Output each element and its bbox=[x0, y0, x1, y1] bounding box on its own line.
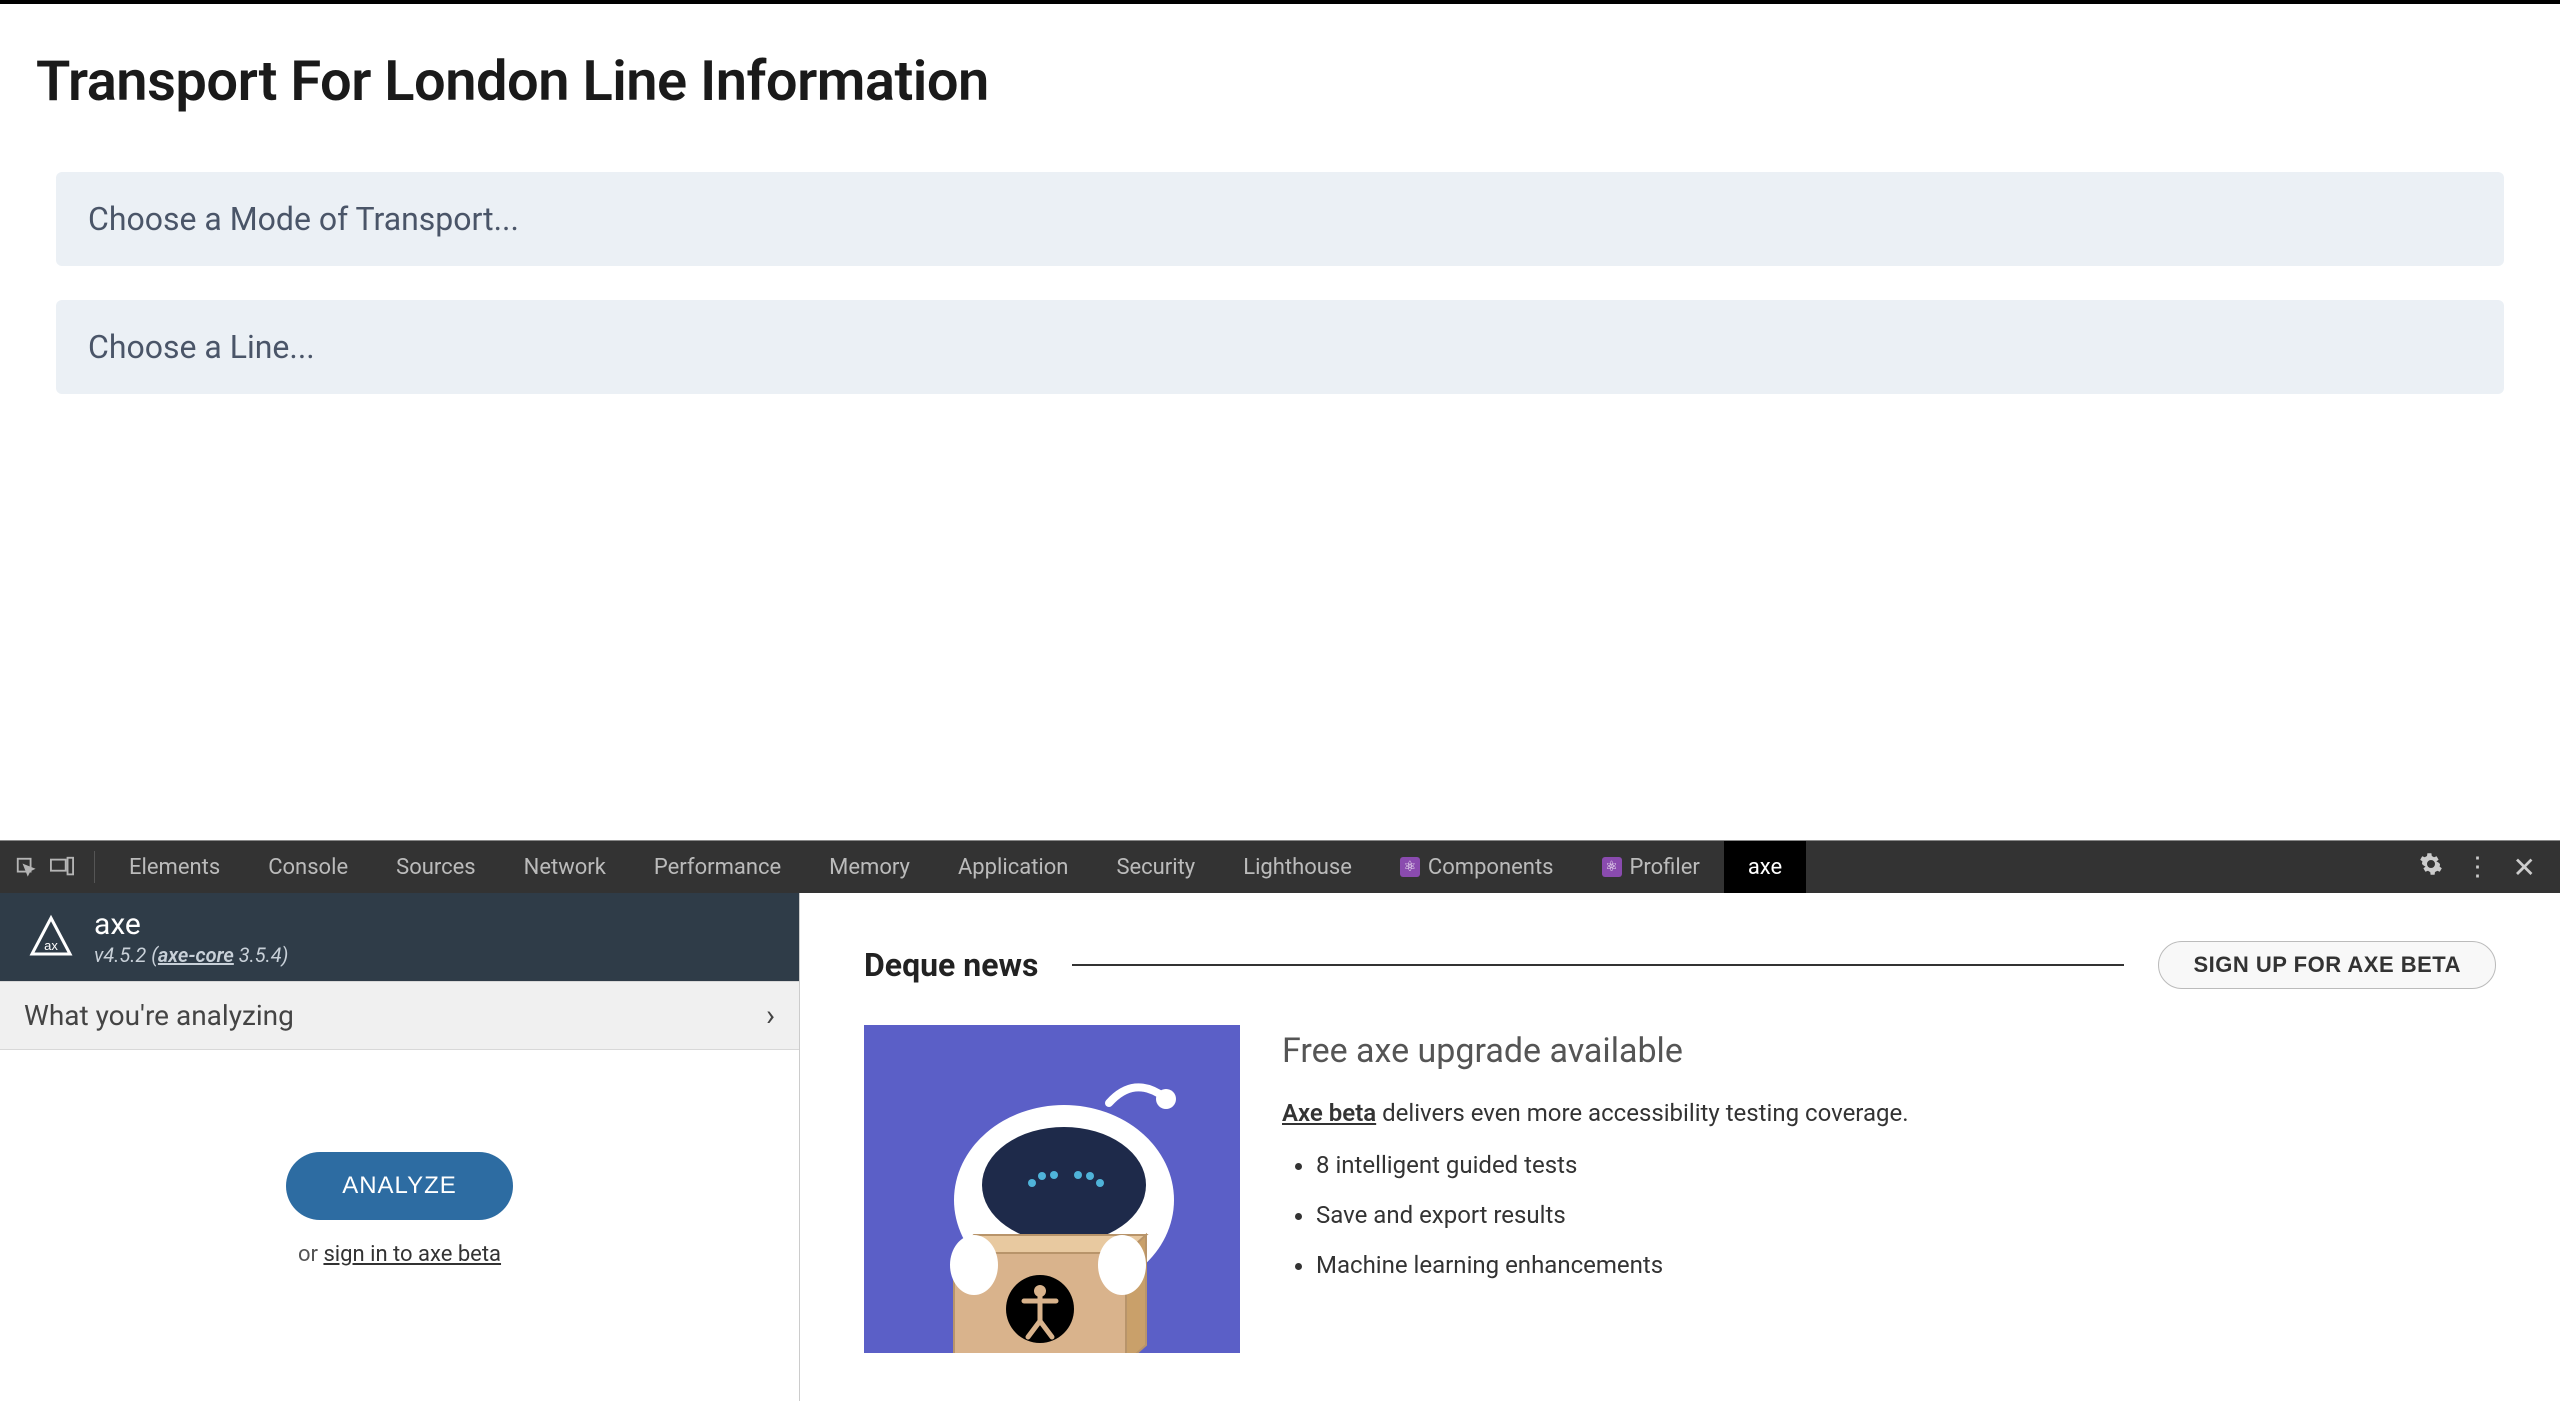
deque-news-heading: Deque news bbox=[864, 946, 1038, 984]
tab-lighthouse[interactable]: Lighthouse bbox=[1219, 841, 1376, 893]
axe-beta-link[interactable]: Axe beta bbox=[1282, 1099, 1376, 1127]
react-icon: ⚛ bbox=[1602, 857, 1622, 877]
tab-label: Profiler bbox=[1630, 855, 1700, 880]
tab-elements[interactable]: Elements bbox=[105, 841, 244, 893]
axe-version: v4.5.2 (axe-core 3.5.4) bbox=[94, 943, 288, 967]
analyzing-label: What you're analyzing bbox=[24, 999, 294, 1032]
axe-panel: ax axe v4.5.2 (axe-core 3.5.4) What you'… bbox=[0, 893, 2560, 1401]
mode-of-transport-select[interactable]: Choose a Mode of Transport... bbox=[56, 172, 2504, 266]
select-label: Choose a Line... bbox=[88, 328, 315, 366]
devtools-tabbar: Elements Console Sources Network Perform… bbox=[0, 841, 2560, 893]
news-text: Free axe upgrade available Axe beta deli… bbox=[1282, 1025, 1909, 1301]
tab-network[interactable]: Network bbox=[500, 841, 630, 893]
deque-header-row: Deque news SIGN UP FOR AXE BETA bbox=[864, 941, 2496, 989]
tab-label: Components bbox=[1428, 855, 1554, 880]
news-illustration bbox=[864, 1025, 1240, 1353]
tab-security[interactable]: Security bbox=[1092, 841, 1219, 893]
list-item: Machine learning enhancements bbox=[1316, 1251, 1909, 1279]
tab-profiler[interactable]: ⚛ Profiler bbox=[1578, 841, 1724, 893]
gear-icon[interactable] bbox=[2419, 852, 2443, 882]
chevron-right-icon: › bbox=[766, 998, 775, 1033]
news-title: Free axe upgrade available bbox=[1282, 1031, 1909, 1071]
select-label: Choose a Mode of Transport... bbox=[88, 200, 519, 238]
inspect-icon[interactable] bbox=[12, 853, 40, 881]
tab-console[interactable]: Console bbox=[244, 841, 372, 893]
axe-core-link[interactable]: axe-core bbox=[158, 943, 234, 967]
news-bullet-list: 8 intelligent guided tests Save and expo… bbox=[1282, 1151, 1909, 1279]
signin-link[interactable]: sign in to axe beta bbox=[323, 1242, 501, 1267]
axe-name: axe bbox=[94, 907, 288, 943]
news-subtitle: Axe beta delivers even more accessibilit… bbox=[1282, 1099, 1909, 1127]
axe-main: Deque news SIGN UP FOR AXE BETA bbox=[800, 893, 2560, 1401]
divider bbox=[94, 851, 95, 883]
line-select[interactable]: Choose a Line... bbox=[56, 300, 2504, 394]
axe-left-body: ANALYZE or sign in to axe beta bbox=[0, 1050, 799, 1401]
axe-header: ax axe v4.5.2 (axe-core 3.5.4) bbox=[0, 893, 799, 981]
tab-components[interactable]: ⚛ Components bbox=[1376, 841, 1578, 893]
news-body: Free axe upgrade available Axe beta deli… bbox=[864, 1025, 2496, 1353]
react-icon: ⚛ bbox=[1400, 857, 1420, 877]
analyze-button[interactable]: ANALYZE bbox=[286, 1152, 513, 1220]
list-item: Save and export results bbox=[1316, 1201, 1909, 1229]
signin-line: or sign in to axe beta bbox=[298, 1242, 501, 1267]
close-icon[interactable]: ✕ bbox=[2513, 851, 2536, 884]
signup-axe-beta-button[interactable]: SIGN UP FOR AXE BETA bbox=[2158, 941, 2496, 989]
tab-application[interactable]: Application bbox=[934, 841, 1092, 893]
axe-logo-icon: ax bbox=[28, 914, 74, 960]
tab-performance[interactable]: Performance bbox=[630, 841, 805, 893]
what-youre-analyzing-toggle[interactable]: What you're analyzing › bbox=[0, 981, 799, 1050]
device-toggle-icon[interactable] bbox=[48, 853, 76, 881]
divider bbox=[1072, 964, 2124, 966]
axe-sidebar: ax axe v4.5.2 (axe-core 3.5.4) What you'… bbox=[0, 893, 800, 1401]
devtools-right-icons: ⋮ ✕ bbox=[2419, 851, 2548, 884]
kebab-icon[interactable]: ⋮ bbox=[2465, 852, 2491, 882]
devtools-panel: Elements Console Sources Network Perform… bbox=[0, 840, 2560, 1398]
tab-memory[interactable]: Memory bbox=[805, 841, 934, 893]
page-title: Transport For London Line Information bbox=[36, 48, 2524, 114]
tab-sources[interactable]: Sources bbox=[372, 841, 500, 893]
page-content: Transport For London Line Information Ch… bbox=[0, 4, 2560, 472]
tab-axe[interactable]: axe bbox=[1724, 841, 1806, 893]
svg-text:ax: ax bbox=[44, 938, 58, 953]
list-item: 8 intelligent guided tests bbox=[1316, 1151, 1909, 1179]
